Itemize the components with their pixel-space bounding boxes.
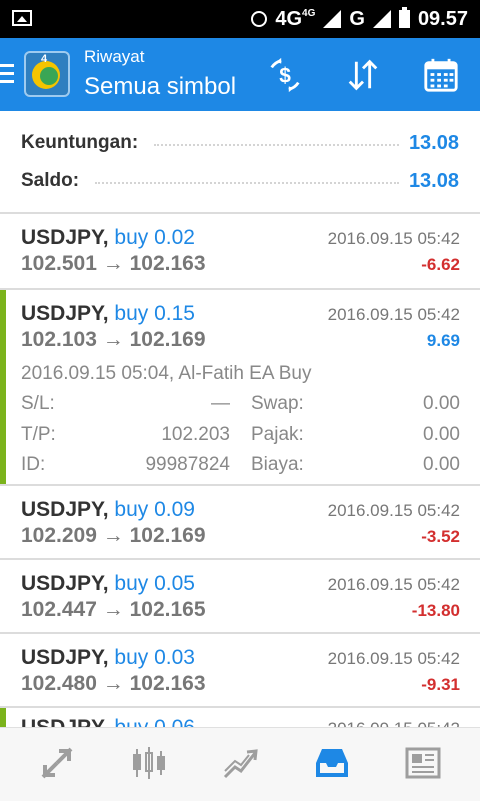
trade-row[interactable]: USDJPY, buy 0.03 2016.09.15 05:42 102.48… bbox=[0, 634, 480, 706]
status-icons: 4G4G G 09.57 bbox=[251, 0, 468, 38]
tax-label: Pajak: bbox=[251, 424, 304, 445]
currency-exchange-icon: $ bbox=[270, 57, 300, 93]
sort-icon bbox=[348, 59, 378, 91]
balance-label: Saldo: bbox=[21, 170, 80, 191]
trade-profit: -3.52 bbox=[421, 527, 460, 546]
trade-profit: -6.62 bbox=[421, 255, 460, 274]
trade-profit: -13.80 bbox=[411, 601, 460, 620]
tax-value: 0.00 bbox=[423, 424, 460, 445]
trade-icon bbox=[223, 749, 258, 779]
sl-label: S/L: bbox=[21, 393, 55, 414]
trade-open-info: 2016.09.15 05:04, Al-Fatih EA Buy bbox=[21, 363, 312, 384]
nav-quotes[interactable] bbox=[34, 743, 80, 783]
trade-symbol: USDJPY, buy 0.05 bbox=[21, 572, 195, 595]
chart-icon bbox=[133, 747, 165, 779]
sl-value: — bbox=[211, 393, 230, 414]
swap-value: 0.00 bbox=[423, 393, 460, 414]
trade-row[interactable]: USDJPY, buy 0.06 2016.09.15 05:42 bbox=[0, 708, 480, 727]
selected-marker bbox=[0, 290, 6, 484]
status-bar: 4G4G G 09.57 bbox=[0, 0, 480, 38]
alarm-icon bbox=[251, 11, 268, 27]
trade-time: 2016.09.15 05:42 bbox=[327, 229, 460, 248]
tp-label: T/P: bbox=[21, 424, 56, 445]
news-icon bbox=[405, 747, 441, 779]
trade-symbol: USDJPY, buy 0.02 bbox=[21, 226, 195, 249]
image-notification-icon bbox=[12, 10, 32, 26]
trade-profit: -9.31 bbox=[421, 675, 460, 694]
signal-icon-2 bbox=[372, 10, 391, 28]
fee-value: 0.00 bbox=[423, 454, 460, 475]
summary-panel: Keuntungan: 13.08 Saldo: 13.08 bbox=[0, 111, 480, 213]
trade-profit: 9.69 bbox=[426, 331, 460, 350]
header-subtitle: Riwayat bbox=[84, 47, 145, 66]
calendar-button[interactable] bbox=[418, 52, 464, 98]
tp-value: 102.203 bbox=[161, 424, 230, 445]
trade-row-expanded[interactable]: USDJPY, buy 0.15 2016.09.15 05:42 102.10… bbox=[0, 290, 480, 484]
network-type-2: G bbox=[349, 7, 365, 30]
app-bar: 4 Riwayat Semua simbol $ bbox=[0, 38, 480, 111]
balance-row: Saldo: 13.08 bbox=[21, 167, 459, 195]
trade-row[interactable]: USDJPY, buy 0.09 2016.09.15 05:42 102.20… bbox=[0, 486, 480, 558]
trade-symbol: USDJPY, buy 0.09 bbox=[21, 498, 195, 521]
signal-icon-1 bbox=[323, 10, 342, 28]
id-label: ID: bbox=[21, 454, 46, 475]
history-icon bbox=[316, 749, 348, 777]
dotted-leader bbox=[95, 182, 399, 184]
network-type-1: 4G4G bbox=[275, 7, 316, 30]
calendar-icon bbox=[424, 58, 458, 92]
header-title[interactable]: Semua simbol bbox=[84, 73, 236, 101]
trade-row[interactable]: USDJPY, buy 0.05 2016.09.15 05:42 102.44… bbox=[0, 560, 480, 632]
clock: 09.57 bbox=[417, 7, 468, 30]
profit-row: Keuntungan: 13.08 bbox=[21, 129, 459, 157]
trade-prices: 102.209 → 102.169 bbox=[21, 524, 206, 547]
dotted-leader bbox=[154, 144, 399, 146]
fee-label: Biaya: bbox=[251, 454, 304, 475]
trade-prices: 102.103 → 102.169 bbox=[21, 328, 206, 351]
profit-label: Keuntungan: bbox=[21, 132, 139, 153]
trade-time: 2016.09.15 05:42 bbox=[328, 719, 460, 727]
trade-prices: 102.447 → 102.165 bbox=[21, 598, 206, 621]
trade-time: 2016.09.15 05:42 bbox=[327, 305, 460, 324]
svg-text:$: $ bbox=[279, 65, 291, 88]
trade-prices: 102.501 → 102.163 bbox=[21, 252, 206, 275]
sort-button[interactable] bbox=[340, 52, 386, 98]
selected-marker bbox=[0, 708, 6, 727]
bottom-navigation bbox=[0, 727, 480, 801]
trade-time: 2016.09.15 05:42 bbox=[327, 649, 460, 668]
nav-chart[interactable] bbox=[126, 743, 172, 783]
nav-trade[interactable] bbox=[218, 743, 264, 783]
trade-symbol: USDJPY, buy 0.06 bbox=[21, 716, 195, 727]
nav-history[interactable] bbox=[309, 743, 355, 783]
trade-time: 2016.09.15 05:42 bbox=[327, 501, 460, 520]
id-value: 99987824 bbox=[145, 454, 230, 475]
battery-icon bbox=[398, 7, 410, 28]
currency-exchange-button[interactable]: $ bbox=[262, 52, 308, 98]
app-logo[interactable]: 4 bbox=[24, 51, 70, 97]
trade-symbol: USDJPY, buy 0.03 bbox=[21, 646, 195, 669]
balance-value: 13.08 bbox=[408, 169, 459, 192]
trade-time: 2016.09.15 05:42 bbox=[327, 575, 460, 594]
menu-icon[interactable] bbox=[0, 64, 14, 84]
trade-row[interactable]: USDJPY, buy 0.02 2016.09.15 05:42 102.50… bbox=[0, 214, 480, 288]
swap-label: Swap: bbox=[251, 393, 304, 414]
profit-value: 13.08 bbox=[408, 131, 459, 154]
trade-prices: 102.480 → 102.163 bbox=[21, 672, 206, 695]
trade-symbol: USDJPY, buy 0.15 bbox=[21, 302, 195, 325]
nav-news[interactable] bbox=[400, 743, 446, 783]
quotes-icon bbox=[41, 747, 73, 779]
